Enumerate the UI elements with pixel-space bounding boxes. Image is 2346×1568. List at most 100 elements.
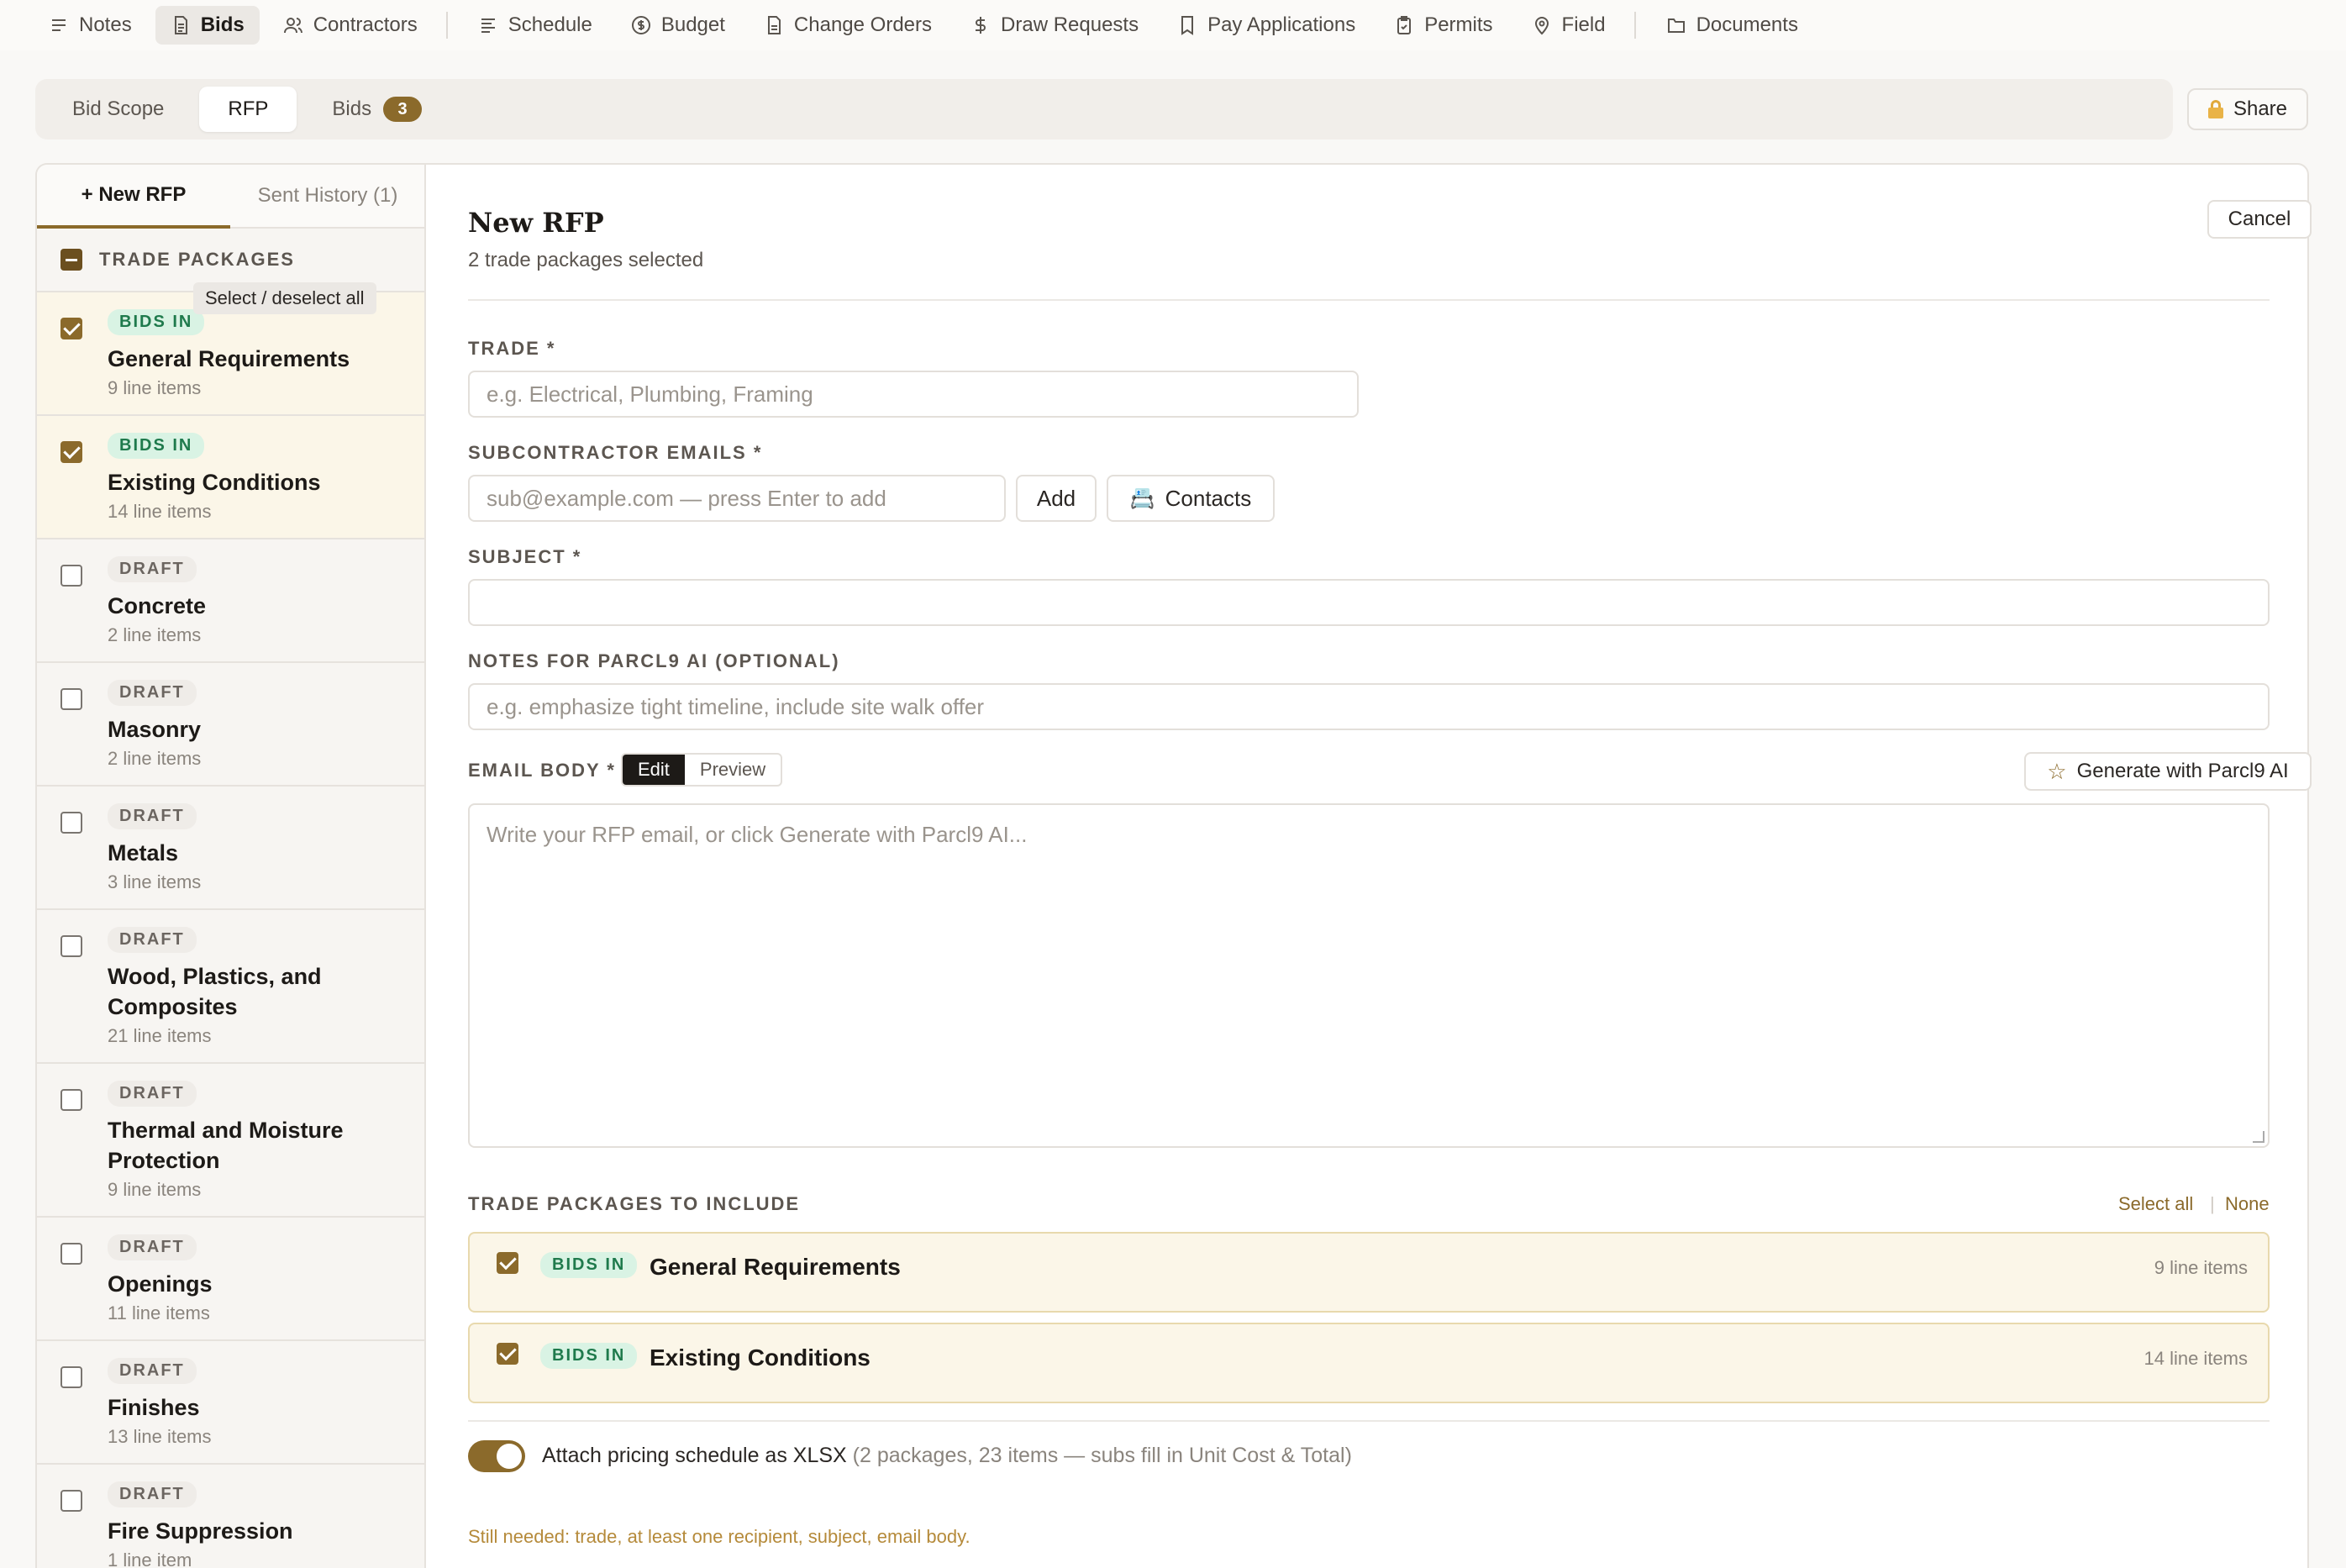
tab-bid-scope[interactable]: Bid Scope [44, 87, 192, 132]
package-count: 3 line items [108, 871, 202, 892]
status-badge: DRAFT [108, 1358, 197, 1384]
trade-input[interactable]: e.g. Electrical, Plumbing, Framing [468, 371, 1359, 418]
star-icon: ☆ [2047, 758, 2067, 784]
share-button[interactable]: Share [2187, 88, 2308, 130]
package-count: 2 line items [108, 748, 202, 769]
contacts-button[interactable]: 📇 Contacts [1107, 475, 1275, 522]
attach-xlsx-toggle[interactable] [468, 1440, 525, 1472]
select-all-link[interactable]: Select all [2118, 1193, 2193, 1215]
nav-pay-applications[interactable]: Pay Applications [1162, 6, 1370, 45]
cancel-button[interactable]: Cancel [2207, 200, 2312, 239]
nav-change-orders[interactable]: Change Orders [749, 6, 947, 45]
link-separator: | [2210, 1193, 2215, 1214]
tab-new-rfp[interactable]: + New RFP [37, 165, 230, 229]
left-panel-tabs: + New RFP Sent History (1) [37, 165, 425, 229]
package-item[interactable]: DRAFT Openings 11 line items [37, 1218, 425, 1341]
package-item[interactable]: DRAFT Wood, Plastics, and Composites 21 … [37, 910, 425, 1064]
nav-schedule[interactable]: Schedule [463, 6, 608, 45]
status-badge: DRAFT [108, 927, 197, 953]
email-body-textarea[interactable]: Write your RFP email, or click Generate … [468, 803, 2270, 1148]
nav-label: Draw Requests [1001, 13, 1139, 36]
email-field[interactable]: sub@example.com — press Enter to add [468, 475, 1006, 522]
nav-permits[interactable]: Permits [1379, 6, 1507, 45]
form-title: New RFP [468, 207, 604, 239]
nav-label: Notes [79, 13, 132, 36]
status-badge: DRAFT [108, 1081, 197, 1107]
package-item[interactable]: BIDS IN Existing Conditions 14 line item… [37, 416, 425, 539]
nav-notes[interactable]: Notes [34, 6, 147, 45]
divider [468, 1420, 2270, 1422]
package-name: General Requirements [108, 346, 350, 371]
subject-input[interactable] [468, 579, 2270, 626]
nav-label: Contractors [313, 13, 418, 36]
nav-label: Change Orders [793, 13, 933, 36]
nav-contractors[interactable]: Contractors [268, 6, 433, 45]
tab-sent-history[interactable]: Sent History (1) [230, 165, 425, 227]
package-count: 1 line item [108, 1550, 192, 1568]
receipt-icon [1181, 16, 1194, 35]
nav-label: Field [1561, 13, 1606, 36]
file-icon [767, 16, 781, 34]
trade-packages-panel: + New RFP Sent History (1) TRADE PACKAGE… [35, 163, 425, 1568]
preview-tab[interactable]: Preview [685, 755, 781, 785]
package-item[interactable]: DRAFT Metals 3 line items [37, 787, 425, 910]
form-subtitle: 2 trade packages selected [468, 249, 704, 271]
tab-bids[interactable]: Bids 3 [303, 87, 450, 132]
select-all-checkbox[interactable] [60, 249, 82, 271]
package-checkbox[interactable] [60, 1243, 82, 1265]
package-item[interactable]: DRAFT Masonry 2 line items [37, 663, 425, 787]
package-checkbox[interactable] [60, 565, 82, 587]
included-package-row[interactable]: BIDS IN Existing Conditions 14 line item… [468, 1323, 2270, 1403]
map-pin-icon [1534, 17, 1549, 35]
package-checkbox[interactable] [60, 1089, 82, 1111]
new-rfp-form-panel: New RFP 2 trade packages selected Cancel… [424, 163, 2312, 1568]
generate-ai-button[interactable]: ☆ Generate with Parcl9 AI [2024, 752, 2312, 791]
lock-icon [2207, 100, 2223, 118]
nav-field[interactable]: Field [1517, 6, 1621, 45]
add-email-button[interactable]: Add [1016, 475, 1097, 522]
package-count: 14 line items [108, 501, 212, 522]
package-checkbox[interactable] [60, 441, 82, 463]
package-item[interactable]: DRAFT Concrete 2 line items [37, 539, 425, 663]
package-checkbox[interactable] [60, 688, 82, 710]
package-count: 13 line items [108, 1426, 212, 1447]
package-checkbox[interactable] [60, 1366, 82, 1388]
folder-icon [1667, 18, 1685, 33]
package-item[interactable]: DRAFT Thermal and Moisture Protection 9 … [37, 1064, 425, 1218]
trade-packages-header: TRADE PACKAGES Select / deselect all [37, 229, 425, 314]
include-label: TRADE PACKAGES TO INCLUDE [468, 1193, 801, 1214]
package-checkbox[interactable] [60, 935, 82, 957]
package-name: Masonry [108, 717, 202, 742]
package-checkbox[interactable] [60, 812, 82, 834]
package-count: 9 line items [108, 1179, 202, 1200]
status-badge: DRAFT [108, 680, 197, 706]
nav-bids[interactable]: Bids [155, 6, 260, 45]
nav-documents[interactable]: Documents [1651, 6, 1813, 45]
package-checkbox[interactable] [60, 1490, 82, 1512]
edit-tab[interactable]: Edit [623, 755, 685, 785]
included-package-row[interactable]: BIDS IN General Requirements 9 line item… [468, 1232, 2270, 1313]
package-item[interactable]: DRAFT Fire Suppression 1 line item [37, 1465, 425, 1568]
resize-handle[interactable] [2253, 1131, 2264, 1143]
included-package-checkbox[interactable] [497, 1343, 518, 1365]
status-badge: DRAFT [108, 1481, 197, 1507]
nav-draw-requests[interactable]: Draw Requests [955, 6, 1154, 45]
nav-budget[interactable]: Budget [616, 6, 740, 45]
select-none-link[interactable]: None [2225, 1193, 2270, 1215]
included-package-checkbox[interactable] [497, 1252, 518, 1274]
attach-xlsx-text: Attach pricing schedule as XLSX (2 packa… [542, 1444, 1352, 1468]
rfp-subtab-bar: Bid Scope RFP Bids 3 [35, 79, 2173, 139]
package-name: Wood, Plastics, and Composites [108, 964, 322, 1019]
package-checkbox[interactable] [60, 318, 82, 339]
tab-rfp[interactable]: RFP [199, 87, 297, 132]
validation-message: Still needed: trade, at least one recipi… [468, 1526, 970, 1547]
attach-detail: (2 packages, 23 items — subs fill in Uni… [852, 1444, 1352, 1467]
schedule-lines-icon [481, 18, 495, 33]
package-count: 11 line items [108, 1302, 210, 1323]
package-count: 21 line items [108, 1025, 212, 1046]
notes-input[interactable]: e.g. emphasize tight timeline, include s… [468, 683, 2270, 730]
package-item[interactable]: DRAFT Finishes 13 line items [37, 1341, 425, 1465]
package-name: Finishes [108, 1395, 200, 1420]
dollar-circle-icon [631, 16, 650, 34]
trade-label: TRADE * [468, 338, 556, 359]
